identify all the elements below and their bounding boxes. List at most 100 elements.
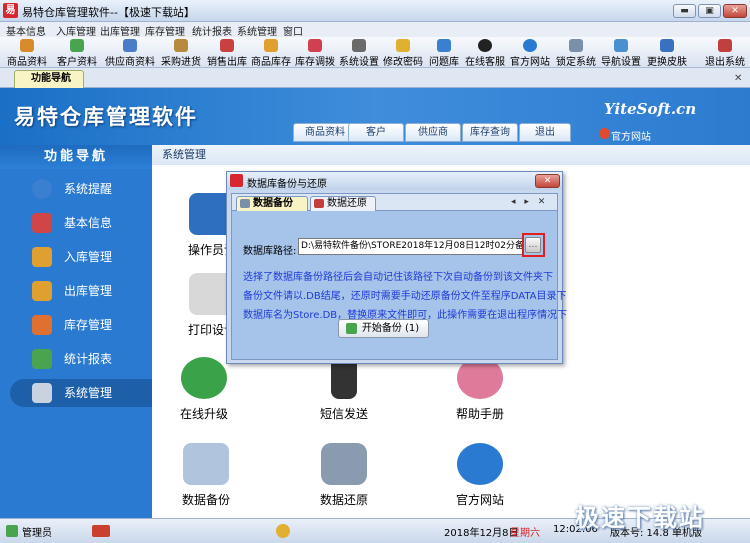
- func-help-manual[interactable]: 帮助手册: [440, 357, 520, 422]
- goods-icon: [20, 39, 34, 52]
- bar-chart-icon: [32, 349, 52, 369]
- sidebar-item-system[interactable]: 系统管理: [10, 379, 152, 407]
- tb-goods-button[interactable]: 商品资料: [3, 38, 51, 68]
- banner-tab-supplier[interactable]: 供应商: [405, 123, 461, 142]
- tb-password-button[interactable]: 修改密码: [381, 38, 425, 68]
- menu-outbound[interactable]: 出库管理: [100, 23, 140, 38]
- tb-settings-button[interactable]: 系统设置: [338, 38, 380, 68]
- sidebar-item-inventory[interactable]: 库存管理: [10, 311, 152, 339]
- status-user: 管理员: [22, 528, 52, 539]
- tab-data-backup[interactable]: 数据备份: [236, 196, 308, 211]
- inbound-box-icon: [32, 247, 52, 267]
- menu-reports[interactable]: 统计报表: [192, 23, 232, 38]
- maximize-button[interactable]: ▣: [698, 4, 721, 18]
- ie-icon: [457, 443, 503, 485]
- tb-purchase-button[interactable]: 采购进货: [158, 38, 204, 68]
- dialog-close-button[interactable]: ✕: [535, 174, 560, 188]
- settings-icon: [352, 39, 366, 52]
- supplier-icon: [123, 39, 137, 52]
- tb-transfer-button[interactable]: 库存调拨: [293, 38, 337, 68]
- sidebar-item-outbound[interactable]: 出库管理: [10, 277, 152, 305]
- tb-website-button[interactable]: 官方网站: [508, 38, 552, 68]
- exit-icon: [718, 39, 732, 52]
- db-path-input[interactable]: D:\易特软件备份\STORE2018年12月08日12时02分备份.DB: [298, 238, 523, 255]
- tb-customer-button[interactable]: 客户资料: [52, 38, 102, 68]
- tb-question-button[interactable]: 问题库: [426, 38, 462, 68]
- tb-online-service-button[interactable]: 在线客服: [464, 38, 506, 68]
- dialog-tab-bar: 数据备份 数据还原 ◂ ▸ ✕: [232, 194, 557, 211]
- home-icon: [599, 128, 610, 139]
- tab-close-icon[interactable]: ✕: [734, 73, 742, 84]
- sidebar: 功能导航 系统提醒 基本信息 入库管理 出库管理 库存管理 统计报表 系统管理: [0, 145, 152, 518]
- minimize-button[interactable]: ▬: [673, 4, 696, 18]
- warehouse-icon: [32, 315, 52, 335]
- tb-stock-button[interactable]: 商品库存: [250, 38, 292, 68]
- menu-window[interactable]: 窗口: [283, 23, 303, 38]
- status-date: 2018年12月8日: [444, 528, 519, 539]
- tb-exit-button[interactable]: 退出系统: [702, 38, 748, 68]
- tb-nav-settings-button[interactable]: 导航设置: [600, 38, 642, 68]
- customer-icon: [70, 39, 84, 52]
- banner-tab-customer[interactable]: 客户: [348, 123, 404, 142]
- question-icon: [437, 39, 451, 52]
- browse-button[interactable]: …: [525, 237, 541, 253]
- close-button[interactable]: ✕: [723, 4, 747, 18]
- menu-basic-info[interactable]: 基本信息: [6, 23, 46, 38]
- tb-skin-button[interactable]: 更换皮肤: [644, 38, 690, 68]
- app-logo-icon: 易: [3, 3, 18, 18]
- func-data-restore[interactable]: 数据还原: [304, 443, 384, 508]
- window-title: 易特仓库管理软件--【极速下载站】: [22, 6, 195, 19]
- tab-data-restore[interactable]: 数据还原: [310, 196, 376, 211]
- qq-icon: [478, 39, 492, 52]
- sidebar-item-inbound[interactable]: 入库管理: [10, 243, 152, 271]
- func-official-website[interactable]: 官方网站: [440, 443, 520, 508]
- purchase-icon: [174, 39, 188, 52]
- outbound-box-icon: [32, 281, 52, 301]
- calendar-icon: [183, 443, 229, 485]
- sidebar-item-basic-info[interactable]: 基本信息: [10, 209, 152, 237]
- banner-brand: YiteSoft.cn: [604, 100, 697, 118]
- banner-tab-stock-query[interactable]: 库存查询: [462, 123, 518, 142]
- lock-icon: [569, 39, 583, 52]
- menu-inventory[interactable]: 库存管理: [145, 23, 185, 38]
- hint-line-2: 备份文件请以.DB结尾，还原时需要手动还原备份文件至程序DATA目录下: [243, 291, 567, 302]
- func-online-upgrade[interactable]: 在线升级: [164, 357, 244, 422]
- banner-title: 易特仓库管理软件: [14, 105, 198, 129]
- status-weekday: 星期六: [510, 528, 540, 539]
- sidebar-title: 功能导航: [0, 145, 152, 169]
- nav-settings-icon: [614, 39, 628, 52]
- sidebar-item-reports[interactable]: 统计报表: [10, 345, 152, 373]
- menu-inbound[interactable]: 入库管理: [56, 23, 96, 38]
- ie-icon: [523, 39, 537, 52]
- skin-icon: [660, 39, 674, 52]
- start-backup-button[interactable]: 开始备份 (1): [338, 319, 429, 338]
- backup-tab-icon: [240, 199, 250, 208]
- dialog-title: 数据库备份与还原: [247, 179, 327, 190]
- tab-function-nav[interactable]: 功能导航: [14, 70, 84, 88]
- sidebar-item-reminder[interactable]: 系统提醒: [10, 175, 152, 203]
- db-path-label: 数据库路径:: [243, 246, 297, 257]
- banner-site-link[interactable]: 官方网站: [611, 128, 651, 143]
- banner-tab-exit[interactable]: 退出: [519, 123, 571, 142]
- menu-system[interactable]: 系统管理: [237, 23, 277, 38]
- menu-bar: 基本信息 入库管理 出库管理 库存管理 统计报表 系统管理 窗口: [0, 22, 750, 38]
- tb-supplier-button[interactable]: 供应商资料: [103, 38, 157, 68]
- header-banner: 易特仓库管理软件 YiteSoft.cn 商品资料 客户 供应商 库存查询 退出…: [0, 88, 750, 145]
- func-data-backup[interactable]: 数据备份: [166, 443, 246, 508]
- restore-tab-icon: [314, 199, 324, 208]
- dialog-tab-nav[interactable]: ◂ ▸ ✕: [511, 197, 548, 207]
- backup-start-icon: [346, 323, 357, 334]
- user-icon: [6, 525, 18, 537]
- password-icon: [396, 39, 410, 52]
- backup-restore-dialog: 数据库备份与还原 ✕ 数据备份 数据还原 ◂ ▸ ✕ 数据库路径: D:\易特软…: [226, 171, 567, 364]
- title-bar: 易 易特仓库管理软件--【极速下载站】 ▬ ▣ ✕: [0, 0, 750, 22]
- database-icon: [321, 443, 367, 485]
- tb-sales-button[interactable]: 销售出库: [205, 38, 249, 68]
- dialog-title-bar: 数据库备份与还原 ✕: [227, 172, 562, 190]
- func-sms-send[interactable]: 短信发送: [304, 357, 384, 422]
- transfer-icon: [308, 39, 322, 52]
- cubes-icon: [32, 213, 52, 233]
- document-tab-strip: 功能导航 ✕: [0, 68, 750, 88]
- dialog-body: 数据备份 数据还原 ◂ ▸ ✕ 数据库路径: D:\易特软件备份\STORE20…: [231, 193, 567, 360]
- tb-lock-button[interactable]: 锁定系统: [554, 38, 598, 68]
